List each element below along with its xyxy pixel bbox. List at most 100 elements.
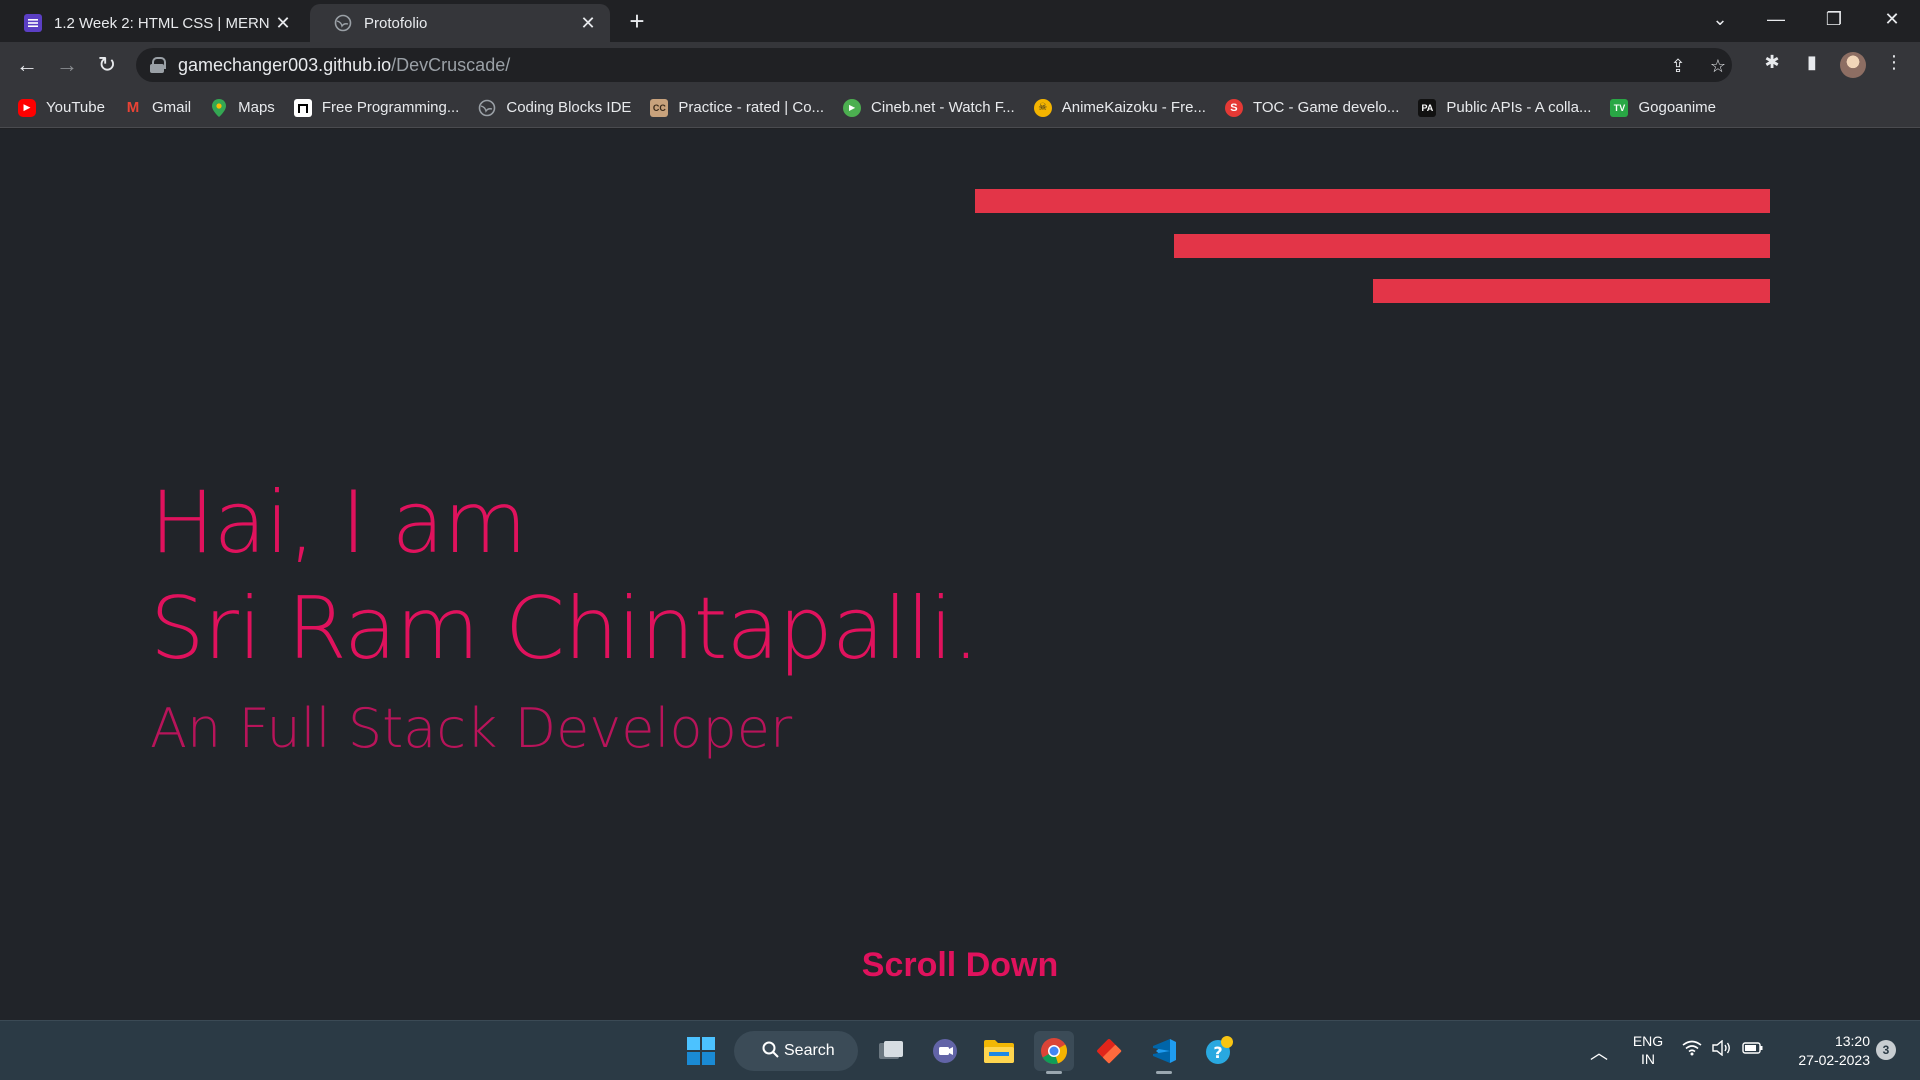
close-tab-icon[interactable]: ✕: [578, 13, 598, 34]
bookmark-label: Cineb.net - Watch F...: [871, 99, 1015, 116]
tab-title: Protofolio: [364, 14, 428, 32]
tab-strip: 1.2 Week 2: HTML CSS | MERN Stack ✕ Prot…: [0, 0, 1920, 42]
bookmark-maps[interactable]: Maps: [210, 98, 275, 117]
extensions-icon[interactable]: ✱: [1760, 50, 1784, 74]
bookmark-label: AnimeKaizoku - Fre...: [1061, 99, 1206, 116]
gmail-icon: M: [126, 99, 140, 116]
bookmark-coding-blocks[interactable]: Coding Blocks IDE: [478, 99, 631, 117]
windows-icon: [687, 1037, 715, 1065]
menu-icon[interactable]: ⋮: [1882, 50, 1906, 74]
git-app-button[interactable]: [1089, 1031, 1129, 1071]
bookmark-label: Gogoanime: [1638, 99, 1717, 116]
course-list-icon: [24, 14, 42, 32]
close-window-button[interactable]: ✕: [1864, 0, 1920, 38]
teams-chat-button[interactable]: [925, 1031, 965, 1071]
globe-icon: [478, 99, 496, 117]
notification-count-badge[interactable]: 3: [1876, 1040, 1896, 1060]
search-icon: [762, 1041, 780, 1064]
bookmark-youtube[interactable]: ▶ YouTube: [18, 98, 105, 117]
hero-name: Sri Ram Chintapalli.: [150, 579, 980, 679]
bookmarks-bar: ▶ YouTube M Gmail Maps Free Programming.…: [0, 88, 1920, 128]
task-view-button[interactable]: [871, 1031, 911, 1071]
lock-icon[interactable]: [150, 57, 166, 73]
running-indicator: [1156, 1071, 1172, 1074]
git-icon: [1097, 1039, 1122, 1064]
url-host: gamechanger003.github.io: [178, 54, 392, 75]
play-icon: ▶: [843, 98, 862, 117]
decor-bar-middle: [1174, 234, 1770, 258]
browser-toolbar: ← → ↻ gamechanger003.github.io/DevCrusca…: [0, 42, 1920, 88]
bookmark-label: Maps: [238, 99, 275, 116]
tab-mern-course[interactable]: 1.2 Week 2: HTML CSS | MERN Stack ✕: [0, 4, 305, 42]
decor-bar-top: [975, 189, 1770, 213]
address-bar[interactable]: gamechanger003.github.io/DevCruscade/ ⇪ …: [136, 48, 1732, 82]
windows-taskbar: Search ? ︿ ENG IN 13:20 27-02-2023: [0, 1020, 1920, 1080]
svg-text:?: ?: [1213, 1043, 1222, 1062]
bookmark-label: Practice - rated | Co...: [678, 99, 825, 116]
tab-protofolio[interactable]: Protofolio ✕: [310, 4, 610, 42]
bookmark-icon: [293, 98, 312, 117]
restore-button[interactable]: ❐: [1806, 0, 1862, 38]
search-label: Search: [784, 1042, 835, 1059]
bookmark-label: Public APIs - A colla...: [1446, 99, 1592, 116]
battery-icon[interactable]: [1742, 1040, 1764, 1059]
new-tab-button[interactable]: +: [622, 6, 652, 36]
bookmark-label: Coding Blocks IDE: [506, 99, 632, 116]
taskbar-search[interactable]: Search: [734, 1031, 858, 1071]
back-button[interactable]: ←: [12, 50, 42, 80]
start-button[interactable]: [681, 1031, 721, 1071]
clock-date: 27-02-2023: [1798, 1052, 1870, 1068]
bookmark-public-apis[interactable]: PA Public APIs - A colla...: [1418, 98, 1592, 117]
clock[interactable]: 13:20 27-02-2023: [1776, 1032, 1870, 1070]
gogo-icon: TV: [1610, 98, 1629, 117]
forward-button[interactable]: →: [52, 50, 82, 80]
bookmark-animekaizoku[interactable]: ☠ AnimeKaizoku - Fre...: [1033, 98, 1206, 117]
tab-search-icon[interactable]: ⌄: [1692, 0, 1748, 38]
bookmark-label: Gmail: [151, 99, 192, 116]
wifi-icon[interactable]: [1682, 1040, 1702, 1059]
codechef-icon: CC: [650, 98, 669, 117]
reload-button[interactable]: ↻: [92, 50, 122, 80]
toc-icon: S: [1224, 98, 1243, 117]
bookmark-free-programming[interactable]: Free Programming...: [293, 98, 460, 117]
decor-bar-bottom: [1373, 279, 1770, 303]
bookmark-label: TOC - Game develo...: [1252, 99, 1400, 116]
language-indicator[interactable]: ENG IN: [1628, 1032, 1668, 1068]
bookmark-label: Free Programming...: [321, 99, 460, 116]
bookmark-toc[interactable]: S TOC - Game develo...: [1224, 98, 1400, 117]
vscode-button[interactable]: [1144, 1031, 1184, 1074]
volume-icon[interactable]: [1712, 1039, 1732, 1059]
tab-title: 1.2 Week 2: HTML CSS | MERN Stack: [54, 14, 273, 32]
scroll-down-link[interactable]: Scroll Down: [0, 946, 1920, 985]
youtube-icon: ▶: [18, 98, 36, 117]
bookmark-star-icon[interactable]: ☆: [1706, 54, 1730, 78]
anime-icon: ☠: [1033, 98, 1052, 117]
show-hidden-icons-icon[interactable]: ︿: [1590, 1039, 1608, 1065]
pa-icon: PA: [1418, 98, 1437, 117]
minimize-button[interactable]: —: [1748, 0, 1804, 38]
vscode-icon: [1153, 1039, 1176, 1063]
bookmark-practice-rated[interactable]: CC Practice - rated | Co...: [650, 98, 825, 117]
hero-greeting: Hai, I am: [150, 473, 527, 573]
folder-icon: [984, 1040, 1014, 1063]
side-panel-icon[interactable]: ▮: [1800, 50, 1824, 74]
close-tab-icon[interactable]: ✕: [273, 13, 293, 34]
region-code: IN: [1641, 1051, 1655, 1067]
running-indicator: [1046, 1071, 1062, 1074]
bookmark-label: YouTube: [46, 99, 105, 116]
url-path: /DevCruscade/: [391, 54, 511, 75]
hero-role: An Full Stack Developer: [150, 697, 793, 760]
share-icon[interactable]: ⇪: [1666, 54, 1690, 78]
file-explorer-button[interactable]: [979, 1031, 1019, 1071]
profile-avatar[interactable]: [1840, 52, 1866, 78]
bookmark-gogoanime[interactable]: TV Gogoanime: [1610, 98, 1717, 117]
get-help-button[interactable]: ?: [1199, 1031, 1239, 1071]
clock-time: 13:20: [1834, 1033, 1870, 1049]
portfolio-page: Hai, I am Sri Ram Chintapalli. An Full S…: [0, 129, 1920, 1020]
bookmark-gmail[interactable]: M Gmail: [124, 99, 191, 117]
chrome-button[interactable]: [1034, 1031, 1074, 1074]
bookmark-cineb[interactable]: ▶ Cineb.net - Watch F...: [843, 98, 1015, 117]
task-view-icon: [879, 1041, 903, 1059]
chat-icon: [933, 1039, 957, 1063]
globe-icon: [334, 14, 352, 32]
